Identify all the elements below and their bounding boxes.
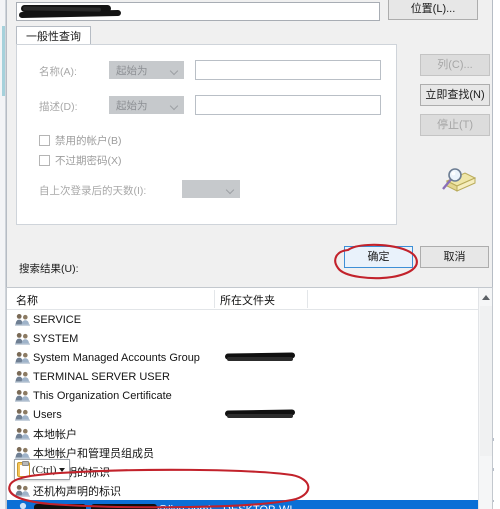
chevron-down-icon [225, 185, 235, 195]
row-folder-cell: DESKTOP-WI... [223, 504, 302, 509]
row-name-cell: This Organization Certificate [33, 389, 172, 402]
row-name-cell: SERVICE [33, 313, 82, 326]
clipboard-icon[interactable] [17, 461, 30, 477]
checkbox-icon[interactable] [39, 155, 50, 166]
name-field-label: 名称(A): [39, 66, 77, 78]
columns-button[interactable]: 列(C)... [420, 54, 490, 76]
scrollbar-thumb[interactable] [480, 306, 492, 456]
scroll-up-arrow-icon[interactable] [482, 295, 490, 300]
table-row[interactable]: 服务声明的标识 [7, 462, 492, 481]
chevron-down-icon [169, 101, 179, 111]
row-name-cell: SYSTEM [33, 332, 79, 345]
column-divider[interactable] [214, 290, 215, 308]
disabled-accounts-label: 禁用的帐户(B) [55, 135, 122, 147]
description-condition-value: 起始为 [116, 99, 148, 112]
results-label: 搜索结果(U): [19, 263, 79, 275]
results-scrollbar[interactable] [478, 288, 492, 509]
table-row[interactable]: @live.com) DESKTOP-WI... [7, 500, 492, 509]
paste-options-label: (Ctrl) [32, 463, 57, 476]
background-accent-bar [2, 26, 5, 96]
redaction-mark [227, 414, 293, 418]
disabled-accounts-checkbox-row[interactable]: 禁用的帐户(B) [39, 133, 122, 148]
find-now-button[interactable]: 立即查找(N) [420, 84, 490, 106]
group-icon [15, 370, 30, 383]
column-divider[interactable] [307, 290, 308, 308]
days-since-logon-select[interactable] [182, 180, 240, 198]
checkbox-icon[interactable] [39, 135, 50, 146]
redaction-mark [227, 357, 293, 361]
tab-strip: 一般性查询 [16, 26, 416, 45]
table-row[interactable]: 本地帐户 [7, 424, 492, 443]
common-queries-panel: 名称(A): 起始为 描述(D): 起始为 禁用的帐户(B) 不过期密码(X) … [16, 44, 397, 225]
name-condition-select[interactable]: 起始为 [109, 61, 184, 79]
magnifier-folder-icon [435, 165, 477, 197]
search-base-input[interactable] [16, 2, 380, 21]
screenshot-root: 旧事 位置(L)... 一般性查询 名称(A): 起始 [0, 0, 500, 509]
table-row[interactable]: System Managed Accounts Group [7, 348, 492, 367]
tab-common-queries[interactable]: 一般性查询 [16, 26, 91, 45]
table-row[interactable]: 还机构声明的标识 [7, 481, 492, 500]
group-icon [15, 446, 30, 459]
ok-button[interactable]: 确定 [344, 246, 413, 268]
row-name-cell: 还机构声明的标识 [33, 485, 121, 498]
paste-options-popup[interactable]: (Ctrl) [14, 459, 71, 480]
group-icon [15, 332, 30, 345]
select-user-dialog: 位置(L)... 一般性查询 名称(A): 起始为 描述(D): 起始为 禁用的… [6, 0, 493, 292]
row-name-cell: 本地帐户 [33, 428, 77, 441]
cancel-button[interactable]: 取消 [420, 246, 489, 268]
group-icon [15, 351, 30, 364]
location-button[interactable]: 位置(L)... [388, 0, 478, 20]
row-name-cell: TERMINAL SERVER USER [33, 370, 170, 383]
group-icon [15, 427, 30, 440]
description-field-label: 描述(D): [39, 101, 78, 113]
stop-button[interactable]: 停止(T) [420, 114, 490, 136]
chevron-down-icon [169, 66, 179, 76]
group-icon [15, 389, 30, 402]
column-header-folder[interactable]: 所在文件夹 [220, 292, 275, 308]
description-input[interactable] [195, 95, 381, 115]
table-row[interactable]: TERMINAL SERVER USER [7, 367, 492, 386]
group-icon [15, 484, 30, 497]
chevron-down-icon[interactable] [59, 467, 66, 472]
redaction-mark [34, 504, 86, 509]
group-icon [15, 408, 30, 421]
table-row[interactable]: SYSTEM [7, 329, 492, 348]
results-list[interactable]: 名称 所在文件夹 SERVICE SYSTEM System Managed Acc… [6, 287, 493, 509]
name-condition-value: 起始为 [116, 64, 148, 77]
table-row[interactable]: Users [7, 405, 492, 424]
group-icon [15, 313, 30, 326]
redaction-mark [91, 504, 157, 509]
table-row[interactable]: 本地帐户和管理员组成员 [7, 443, 492, 462]
row-name-cell: @live.com) [157, 504, 212, 509]
table-row[interactable]: SERVICE [7, 310, 492, 329]
non-expiring-password-checkbox-row[interactable]: 不过期密码(X) [39, 153, 122, 168]
description-condition-select[interactable]: 起始为 [109, 96, 184, 114]
column-header-name[interactable]: 名称 [16, 292, 38, 308]
table-row[interactable]: This Organization Certificate [7, 386, 492, 405]
results-rows: SERVICE SYSTEM System Managed Accounts Gro… [7, 310, 492, 509]
row-name-cell: Users [33, 408, 62, 421]
results-list-header: 名称 所在文件夹 [7, 288, 492, 310]
non-expiring-password-label: 不过期密码(X) [55, 155, 122, 167]
days-since-logon-label: 自上次登录后的天数(I): [39, 185, 147, 197]
user-icon [16, 502, 30, 509]
row-name-cell: System Managed Accounts Group [33, 351, 200, 364]
name-input[interactable] [195, 60, 381, 80]
